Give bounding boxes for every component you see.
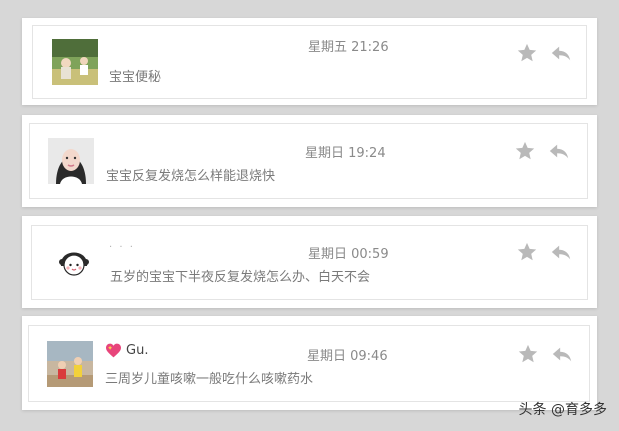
message-time: 星期五 21:26	[308, 40, 389, 55]
star-icon[interactable]	[516, 241, 538, 263]
message-sheet-1: 星期五 21:26 宝宝便秘	[22, 18, 597, 105]
star-icon[interactable]	[517, 343, 539, 365]
message-card-1[interactable]: 星期五 21:26 宝宝便秘	[32, 25, 587, 99]
avatar[interactable]	[48, 138, 94, 184]
message-sheet-3: · · · 星期日 00:59 五岁的宝宝下半夜反复发烧怎么办、白天不会	[22, 216, 597, 308]
message-card-2[interactable]: 星期日 19:24 宝宝反复发烧怎么样能退烧快	[29, 123, 588, 199]
message-time: 星期日 00:59	[308, 247, 389, 262]
message-sheet-4: Gu. 星期日 09:46 三周岁儿童咳嗽一般吃什么咳嗽药水	[22, 316, 597, 410]
avatar[interactable]	[47, 341, 93, 387]
star-icon[interactable]	[514, 140, 536, 162]
sender-name: Gu.	[105, 343, 148, 358]
star-icon[interactable]	[516, 42, 538, 64]
message-subject: 五岁的宝宝下半夜反复发烧怎么办、白天不会	[110, 270, 371, 285]
message-subject: 宝宝便秘	[109, 70, 162, 85]
message-sheet-2: 星期日 19:24 宝宝反复发烧怎么样能退烧快	[22, 115, 597, 207]
reply-arrow-icon[interactable]	[550, 42, 572, 64]
reply-arrow-icon[interactable]	[548, 140, 570, 162]
message-time: 星期日 09:46	[307, 349, 388, 364]
reply-arrow-icon[interactable]	[550, 241, 572, 263]
message-card-3[interactable]: · · · 星期日 00:59 五岁的宝宝下半夜反复发烧怎么办、白天不会	[31, 225, 588, 300]
sender-label: Gu.	[126, 343, 149, 358]
sparkling-heart-icon	[106, 343, 121, 358]
message-time: 星期日 19:24	[305, 146, 386, 161]
reply-arrow-icon[interactable]	[551, 343, 573, 365]
message-card-4[interactable]: Gu. 星期日 09:46 三周岁儿童咳嗽一般吃什么咳嗽药水	[28, 325, 590, 402]
avatar[interactable]	[52, 39, 98, 85]
avatar[interactable]	[51, 240, 97, 286]
message-subject: 宝宝反复发烧怎么样能退烧快	[106, 169, 276, 184]
message-subject: 三周岁儿童咳嗽一般吃什么咳嗽药水	[105, 372, 314, 387]
sender-dots: · · ·	[109, 242, 135, 253]
watermark: 头条 @育多多	[518, 402, 607, 418]
